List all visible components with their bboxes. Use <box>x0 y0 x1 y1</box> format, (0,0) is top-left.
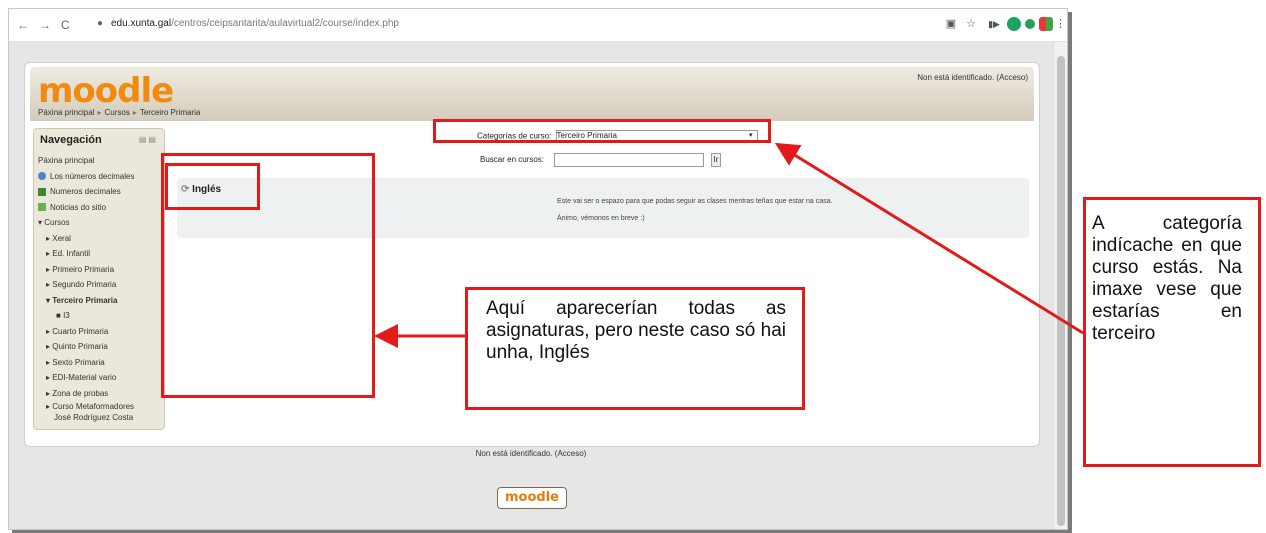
annotation-arrows <box>374 142 1084 348</box>
category-arrow <box>774 142 1084 335</box>
